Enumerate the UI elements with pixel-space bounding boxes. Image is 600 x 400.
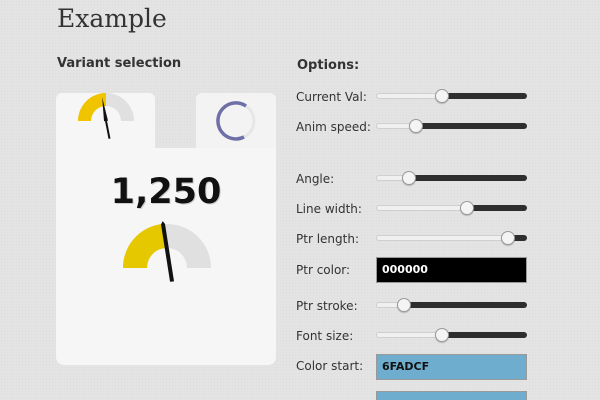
angle-slider[interactable] [376,171,527,185]
variant-selection-heading: Variant selection [57,56,182,71]
slider-thumb[interactable] [435,328,449,342]
slider-track-filled [376,205,467,211]
donut-icon [216,101,256,141]
slider-thumb[interactable] [460,201,474,215]
current-val-slider[interactable] [376,89,527,103]
slider-track-remaining [409,175,527,181]
slider-thumb[interactable] [402,171,416,185]
page-title: Example [57,4,167,33]
color-start-input[interactable]: 6FADCF [376,354,527,380]
current-val-label: Current Val: [296,90,367,104]
line-width-slider[interactable] [376,201,527,215]
color-start-label: Color start: [296,359,364,373]
slider-track-remaining [404,302,527,308]
slider-thumb[interactable] [397,298,411,312]
ptr-color-input[interactable]: 000000 [376,257,527,283]
slider-thumb[interactable] [435,89,449,103]
slider-track-filled [376,93,442,99]
slider-track-remaining [442,332,527,338]
preview-gauge [122,221,211,282]
slider-thumb[interactable] [501,231,515,245]
slider-track-filled [376,332,442,338]
ptr-stroke-slider[interactable] [376,298,527,312]
anim-speed-label: Anim speed: [296,120,371,134]
font-size-slider[interactable] [376,328,527,342]
options-heading: Options: [297,58,360,73]
line-width-label: Line width: [296,202,362,216]
slider-track-remaining [442,93,527,99]
color-stop-input[interactable] [376,391,527,400]
slider-track-filled [376,235,508,241]
ptr-stroke-label: Ptr stroke: [296,299,358,313]
slider-thumb[interactable] [409,119,423,133]
ptr-color-label: Ptr color: [296,263,351,277]
font-size-label: Font size: [296,329,354,343]
gauge-value-text: 1,250 [110,172,222,212]
variant-tab-donut[interactable] [196,93,276,149]
slider-track-remaining [416,123,527,129]
anim-speed-slider[interactable] [376,119,527,133]
ptr-length-label: Ptr length: [296,232,359,246]
panel-tab-join [56,140,155,150]
angle-label: Angle: [296,172,335,186]
slider-track-remaining [467,205,527,211]
ptr-length-slider[interactable] [376,231,527,245]
